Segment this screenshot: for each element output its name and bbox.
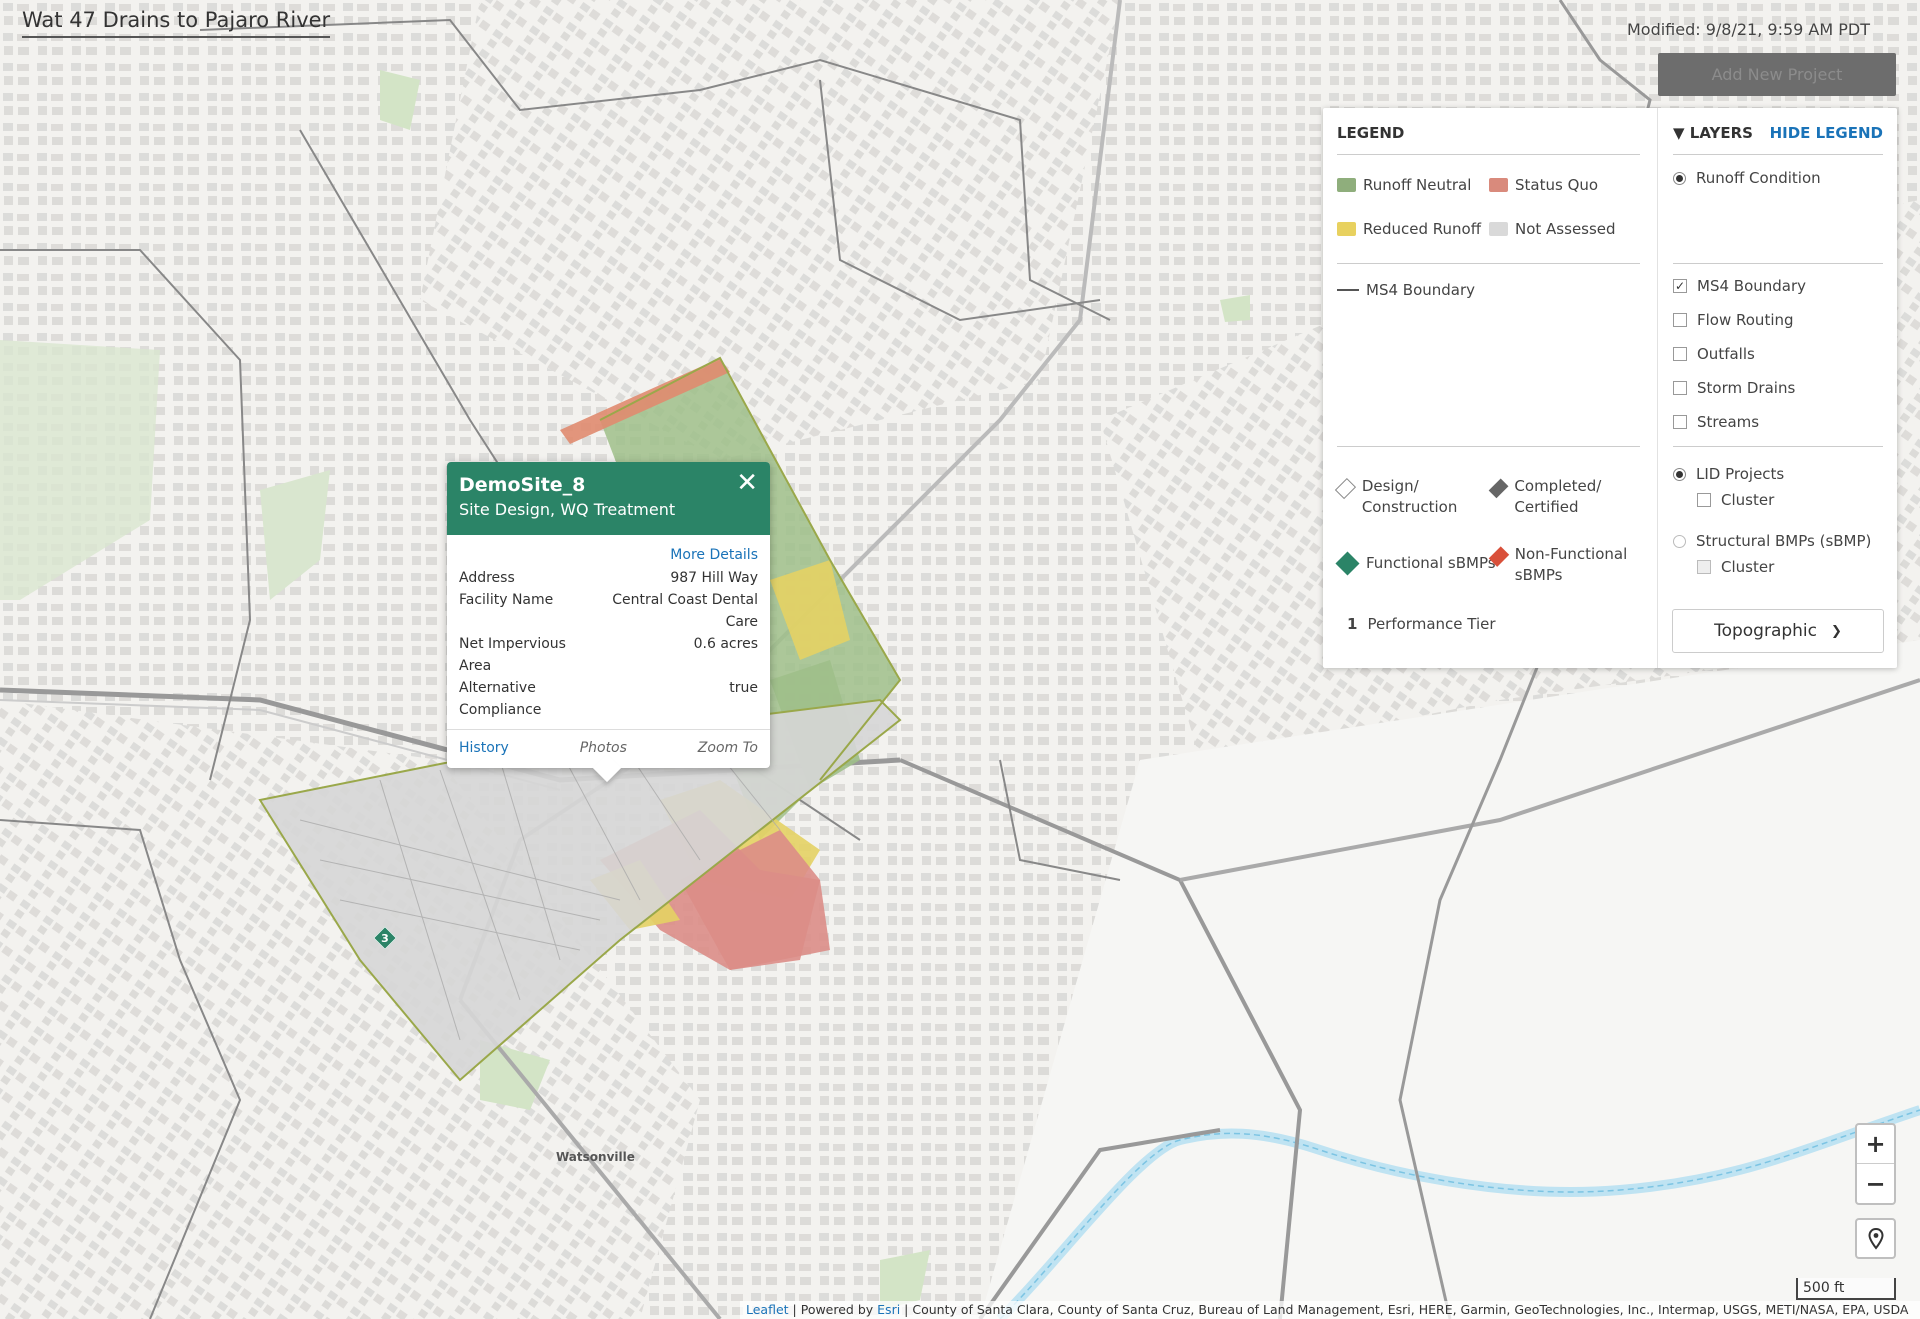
legend-functional-sbmps: Functional sBMPs [1335,550,1496,576]
place-label: Watsonville [556,1150,635,1164]
radio-icon[interactable] [1673,534,1686,548]
legend-status-quo: Status Quo [1489,176,1598,194]
history-link[interactable]: History [459,740,509,756]
popup-header: DemoSite_8 Site Design, WQ Treatment ✕ [447,462,770,535]
checkbox-icon[interactable] [1673,381,1687,395]
layers-title: ▼ LAYERS [1673,124,1753,142]
legend-runoff-neutral: Runoff Neutral [1337,176,1471,194]
line-icon [1337,289,1359,291]
outfalls-toggle[interactable]: Outfalls [1673,345,1755,363]
radio-icon[interactable] [1673,467,1686,481]
site-popup: DemoSite_8 Site Design, WQ Treatment ✕ M… [447,462,770,783]
popup-row: Net Impervious Area 0.6 acres [459,636,758,674]
zoom-to-link[interactable]: Zoom To [698,740,758,756]
esri-link[interactable]: Esri [877,1302,900,1317]
lid-projects-radio[interactable]: LID Projects [1673,465,1784,483]
checkbox-icon[interactable] [1673,313,1687,327]
checkbox-disabled-icon[interactable] [1697,560,1711,574]
diamond-icon [1488,478,1509,499]
legend-ms4-boundary: MS4 Boundary [1337,281,1475,299]
add-new-project-button[interactable]: Add New Project [1658,53,1896,96]
storm-drains-toggle[interactable]: Storm Drains [1673,379,1795,397]
sbmp-marker[interactable]: 3 [373,926,397,950]
map-attribution: Leaflet | Powered by Esri | County of Sa… [740,1301,1920,1319]
swatch-icon [1337,178,1356,192]
lid-cluster-toggle[interactable]: Cluster [1697,491,1774,509]
modified-timestamp: Modified: 9/8/21, 9:59 AM PDT [1626,20,1870,39]
popup-row: Address 987 Hill Way [459,570,758,586]
popup-subtitle: Site Design, WQ Treatment [459,500,676,519]
close-icon[interactable]: ✕ [736,470,758,496]
leaflet-link[interactable]: Leaflet [746,1302,789,1317]
popup-body: More Details Address 987 Hill Way Facilit… [447,535,770,729]
layers-header: ▼ LAYERS HIDE LEGEND [1673,124,1883,155]
map-title: Wat 47 Drains to Pajaro River [22,8,331,38]
legend-completed-certified: Completed/ Certified [1488,476,1619,518]
legend-non-functional-sbmps: Non-Functional sBMPs [1488,544,1629,586]
legend-title: LEGEND [1337,124,1640,155]
structural-cluster-toggle[interactable]: Cluster [1697,558,1774,576]
checkbox-icon[interactable] [1673,347,1687,361]
swatch-icon [1489,178,1508,192]
ms4-boundary-toggle[interactable]: ✓ MS4 Boundary [1673,277,1806,295]
flow-routing-toggle[interactable]: Flow Routing [1673,311,1794,329]
zoom-in-button[interactable]: + [1857,1125,1894,1164]
legend-not-assessed: Not Assessed [1489,220,1616,238]
popup-row: Alternative Compliance true [459,680,758,718]
zoom-out-button[interactable]: − [1857,1164,1894,1203]
map-pin-icon [1867,1227,1884,1250]
legend-panel: LEGEND Runoff Neutral Status Quo Reduced… [1323,108,1897,668]
diamond-icon [1335,550,1360,576]
zoom-control: + − [1855,1123,1896,1205]
basemap-select[interactable]: Topographic ❯ [1672,609,1884,653]
checkbox-icon[interactable] [1673,415,1687,429]
checkbox-checked-icon[interactable]: ✓ [1673,279,1687,293]
legend-reduced-runoff: Reduced Runoff [1337,220,1481,238]
radio-icon[interactable] [1673,171,1686,185]
popup-row: Facility Name Central Coast Dental Care [459,592,758,630]
diamond-icon [1334,477,1356,500]
structural-bmps-radio[interactable]: Structural BMPs (sBMP) [1673,532,1871,550]
checkbox-icon[interactable] [1697,493,1711,507]
diamond-icon [1488,546,1510,567]
swatch-icon [1337,222,1356,236]
photos-link[interactable]: Photos [580,740,627,756]
legend-performance-tier: 1 Performance Tier [1347,615,1496,633]
chevron-down-icon: ❯ [1831,623,1842,639]
locate-button[interactable] [1855,1218,1896,1259]
hide-legend-link[interactable]: HIDE LEGEND [1770,124,1883,142]
streams-toggle[interactable]: Streams [1673,413,1759,431]
popup-title: DemoSite_8 [459,474,586,496]
scale-bar: 500 ft [1796,1278,1896,1300]
more-details-link[interactable]: More Details [459,547,758,563]
legend-design-construction: Design/ Construction [1334,476,1475,518]
swatch-icon [1489,222,1508,236]
runoff-condition-radio[interactable]: Runoff Condition [1673,169,1821,187]
marker-label: 3 [381,931,389,945]
